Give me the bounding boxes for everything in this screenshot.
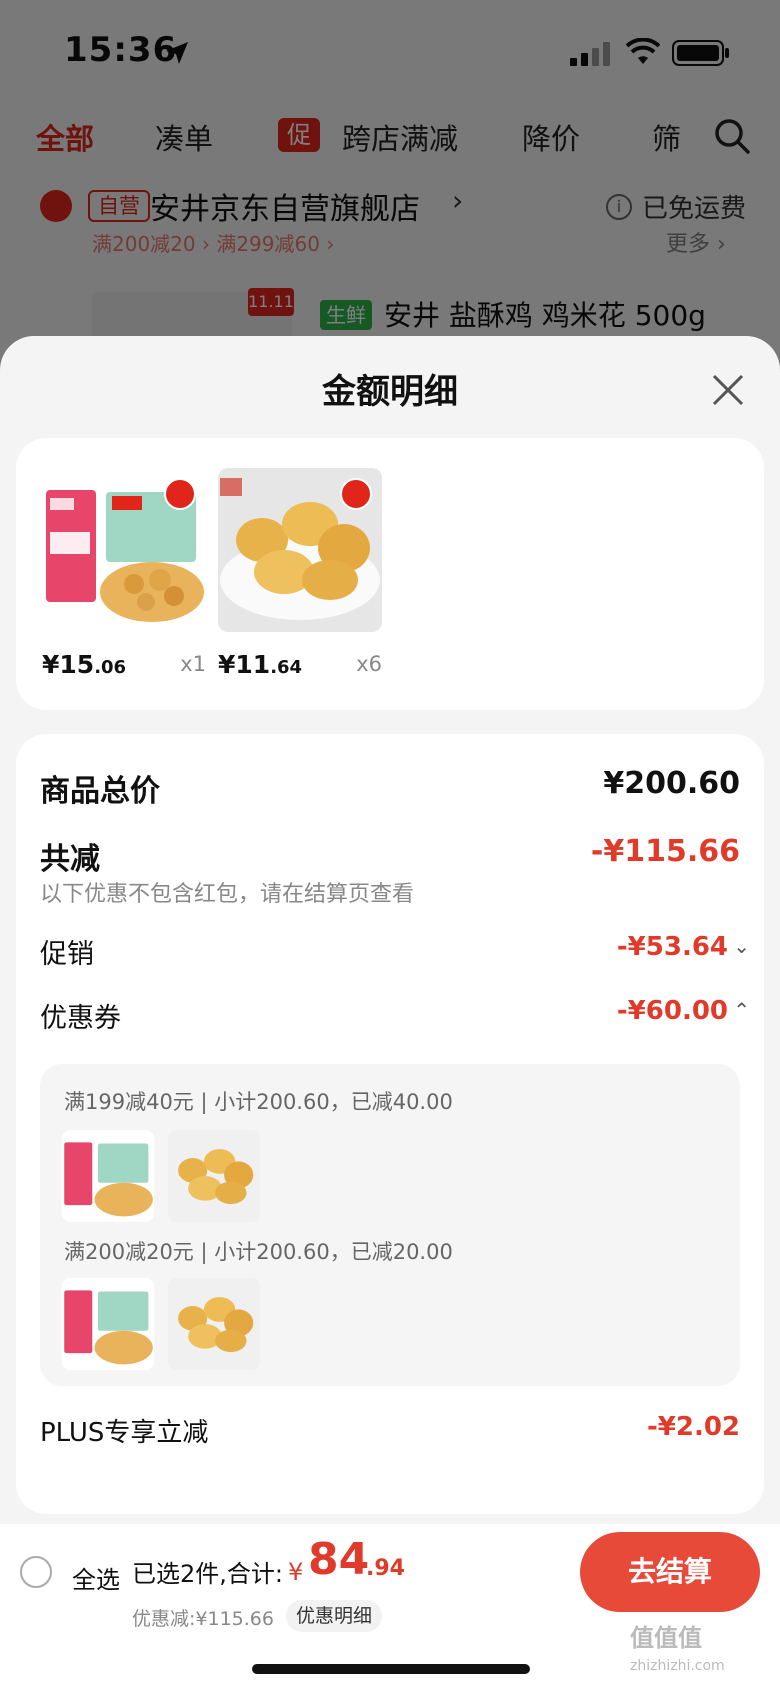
coupon-label[interactable]: 优惠券 xyxy=(40,996,121,1035)
item-qty: x1 xyxy=(180,652,206,676)
saved-amount-label: 优惠减:¥115.66 xyxy=(132,1608,274,1630)
item-price-int: ¥15 xyxy=(42,650,95,679)
checkout-bar: 全选 已选2件,合计: ¥ 84 .94 优惠减:¥115.66 优惠明细 去结… xyxy=(0,1524,780,1688)
plus-discount-value: -¥2.02 xyxy=(646,1412,740,1442)
watermark: 值值值 xyxy=(630,1624,702,1652)
item-price-dec: .64 xyxy=(270,657,303,678)
select-all-label[interactable]: 全选 xyxy=(72,1560,120,1595)
amount-decimal: .94 xyxy=(366,1556,405,1581)
chevron-down-icon[interactable]: ⌄ xyxy=(733,934,750,958)
dim-overlay[interactable] xyxy=(0,0,780,380)
item-price-dec: .06 xyxy=(94,657,127,678)
item-qty: x6 xyxy=(356,652,382,676)
selected-item[interactable]: ¥11.64 x6 xyxy=(218,468,382,679)
selected-items-card: ¥15.06 x1 ¥11.64 x6 xyxy=(16,438,764,710)
watermark-url: zhizhizhi.com xyxy=(630,1658,725,1674)
reduction-note: 以下优惠不包含红包，请在结算页查看 xyxy=(40,882,415,907)
coupon-line: 满199减40元 | 小计200.60，已减40.00 xyxy=(64,1090,453,1114)
total-reduction-value: -¥115.66 xyxy=(590,834,740,869)
popcorn-chicken-pack-image xyxy=(62,1130,154,1222)
coupon-detail-panel: 满199减40元 | 小计200.60，已减40.00 满200减20元 | 小… xyxy=(40,1064,740,1386)
checked-icon[interactable] xyxy=(340,478,372,510)
coupon-line: 满200减20元 | 小计200.60，已减20.00 xyxy=(64,1240,453,1264)
select-all-radio[interactable] xyxy=(20,1556,52,1588)
promotion-value[interactable]: -¥53.64 xyxy=(617,932,728,962)
discount-detail-button[interactable]: 优惠明细 xyxy=(286,1600,383,1632)
amount-currency: ¥ xyxy=(288,1558,304,1586)
item-price: ¥11.64 xyxy=(218,650,302,679)
item-price: ¥15.06 xyxy=(42,650,126,679)
amount-detail-sheet: 金额明细 ¥15.06 x1 ¥11.64 x6 商品总价 ¥200.60 共减… xyxy=(0,336,780,1688)
chicken-nuggets-image xyxy=(168,1130,260,1222)
chicken-nuggets-image xyxy=(168,1278,260,1370)
selected-item[interactable]: ¥15.06 x1 xyxy=(42,468,206,679)
close-icon[interactable] xyxy=(710,372,746,408)
total-price-value: ¥200.60 xyxy=(603,766,740,801)
home-indicator xyxy=(252,1664,530,1674)
coupon-item-thumbnail xyxy=(168,1278,260,1370)
chevron-up-icon[interactable]: ⌃ xyxy=(733,998,750,1022)
product-image-nuggets xyxy=(218,468,382,632)
product-image-popcorn-chicken xyxy=(42,468,206,632)
total-price-label: 商品总价 xyxy=(40,774,160,809)
coupon-item-thumbnail xyxy=(168,1130,260,1222)
amount-integer: 84 xyxy=(308,1534,370,1585)
price-summary-card: 商品总价 ¥200.60 共减 -¥115.66 以下优惠不包含红包，请在结算页… xyxy=(16,734,764,1514)
popcorn-chicken-pack-image xyxy=(62,1278,154,1370)
coupon-value[interactable]: -¥60.00 xyxy=(617,996,728,1026)
selected-count-label: 已选2件,合计: xyxy=(132,1560,283,1588)
checkout-button[interactable]: 去结算 xyxy=(580,1532,760,1612)
total-reduction-label: 共减 xyxy=(40,842,100,877)
coupon-item-thumbnail xyxy=(62,1278,154,1370)
checked-icon[interactable] xyxy=(164,478,196,510)
item-price-int: ¥11 xyxy=(218,650,271,679)
plus-discount-label: PLUS专享立减 xyxy=(40,1418,209,1448)
promotion-label[interactable]: 促销 xyxy=(40,932,94,971)
coupon-item-thumbnail xyxy=(62,1130,154,1222)
sheet-title: 金额明细 xyxy=(322,372,458,412)
